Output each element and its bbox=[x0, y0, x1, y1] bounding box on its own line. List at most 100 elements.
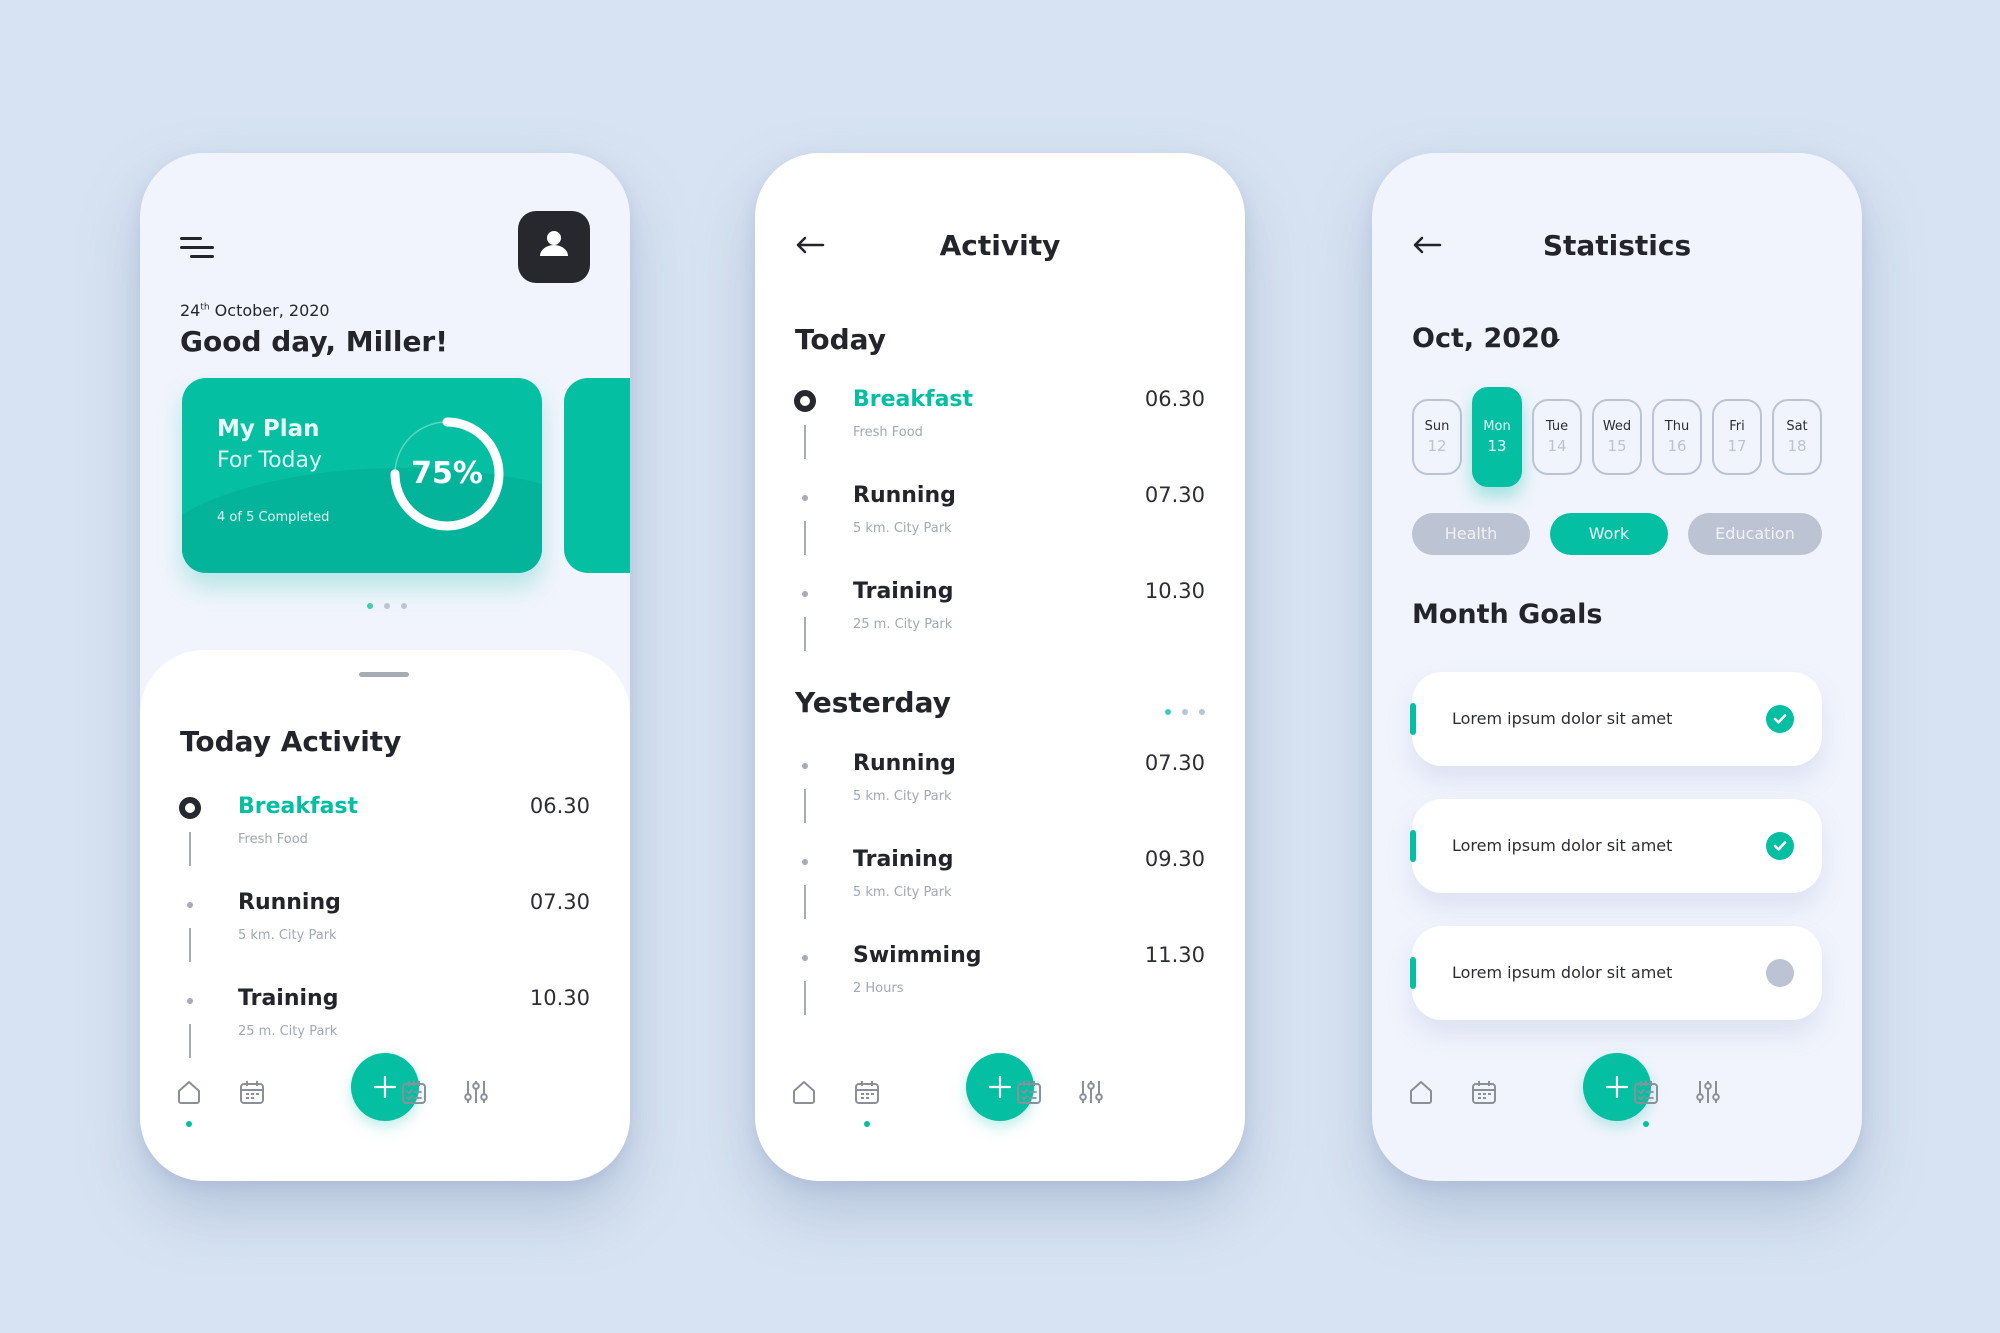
day-sun[interactable]: Sun 12 bbox=[1412, 399, 1462, 475]
activity-item[interactable]: Breakfast Fresh Food 06.30 bbox=[755, 387, 1245, 482]
current-marker-icon bbox=[179, 797, 201, 819]
nav-calendar-button[interactable] bbox=[852, 1077, 882, 1107]
checklist-icon bbox=[1014, 1081, 1044, 1111]
section-title: Month Goals bbox=[1412, 599, 1603, 630]
carousel-dot[interactable] bbox=[401, 603, 407, 609]
sheet-drag-handle[interactable] bbox=[359, 672, 409, 677]
activity-description: Fresh Food bbox=[853, 425, 923, 440]
activity-sheet: Today Activity Breakfast Fresh Food 06.30 R… bbox=[140, 650, 630, 1181]
goal-card[interactable]: Lorem ipsum dolor sit amet bbox=[1410, 672, 1822, 766]
nav-settings-button[interactable] bbox=[1076, 1077, 1106, 1107]
plan-completed-count: 4 of 5 Completed bbox=[217, 510, 330, 525]
day-fri[interactable]: Fri 17 bbox=[1712, 399, 1762, 475]
section-title-yesterday: Yesterday bbox=[795, 686, 951, 719]
activity-item[interactable]: Running 5 km. City Park 07.30 bbox=[755, 483, 1245, 578]
activity-item[interactable]: Training 25 m. City Park 10.30 bbox=[755, 579, 1245, 674]
category-chip-education[interactable]: Education bbox=[1688, 513, 1822, 555]
activity-description: 25 m. City Park bbox=[853, 617, 953, 632]
page-title: Statistics bbox=[1542, 229, 1692, 262]
day-name: Thu bbox=[1664, 419, 1690, 434]
nav-tasks-button[interactable] bbox=[1014, 1077, 1044, 1107]
month-selector[interactable]: Oct, 2020 bbox=[1412, 323, 1559, 354]
goal-card[interactable]: Lorem ipsum dolor sit amet bbox=[1410, 926, 1822, 1020]
activity-item[interactable]: Training 5 km. City Park 09.30 bbox=[755, 847, 1245, 942]
activity-item[interactable]: Breakfast Fresh Food 06.30 bbox=[140, 794, 630, 889]
day-wed[interactable]: Wed 15 bbox=[1592, 399, 1642, 475]
nav-calendar-button[interactable] bbox=[1469, 1077, 1499, 1107]
day-date: 16 bbox=[1667, 437, 1687, 455]
day-thu[interactable]: Thu 16 bbox=[1652, 399, 1702, 475]
calendar-icon bbox=[852, 1081, 882, 1111]
activity-name: Running bbox=[853, 751, 956, 776]
activity-description: 2 Hours bbox=[853, 981, 904, 996]
goal-card[interactable]: Lorem ipsum dolor sit amet bbox=[1410, 799, 1822, 893]
nav-settings-button[interactable] bbox=[461, 1077, 491, 1107]
day-date: 13 bbox=[1487, 437, 1507, 455]
carousel-dots bbox=[367, 603, 407, 609]
activity-description: Fresh Food bbox=[238, 832, 308, 847]
nav-home-button[interactable] bbox=[1406, 1077, 1436, 1107]
activity-name: Training bbox=[238, 986, 339, 1011]
category-chip-work[interactable]: Work bbox=[1550, 513, 1668, 555]
nav-calendar-button[interactable] bbox=[237, 1077, 267, 1107]
activity-time: 06.30 bbox=[529, 794, 590, 818]
activity-time: 10.30 bbox=[1144, 579, 1205, 603]
check-circle-icon[interactable] bbox=[1766, 832, 1794, 860]
activity-time: 07.30 bbox=[529, 890, 590, 914]
greeting: Good day, Miller! bbox=[180, 325, 449, 358]
profile-button[interactable] bbox=[518, 211, 590, 283]
active-indicator bbox=[186, 1121, 192, 1127]
menu-icon[interactable] bbox=[180, 237, 214, 261]
activity-item[interactable]: Running 5 km. City Park 07.30 bbox=[755, 751, 1245, 846]
current-marker-icon bbox=[794, 390, 816, 412]
activity-name: Breakfast bbox=[238, 794, 359, 819]
nav-tasks-button[interactable] bbox=[399, 1077, 429, 1107]
page-title: Activity bbox=[939, 229, 1061, 262]
day-name: Mon bbox=[1483, 419, 1511, 434]
activity-name: Running bbox=[853, 483, 956, 508]
timeline-line bbox=[804, 981, 806, 1015]
day-date: 17 bbox=[1727, 437, 1747, 455]
nav-tasks-button[interactable] bbox=[1631, 1077, 1661, 1107]
activity-time: 06.30 bbox=[1144, 387, 1205, 411]
active-indicator bbox=[864, 1121, 870, 1127]
activity-item[interactable]: Running 5 km. City Park 07.30 bbox=[140, 890, 630, 985]
timeline-dot bbox=[802, 763, 808, 769]
active-indicator bbox=[1643, 1121, 1649, 1127]
more-dots[interactable] bbox=[1165, 709, 1205, 715]
day-name: Fri bbox=[1729, 419, 1745, 434]
timeline-line bbox=[189, 832, 191, 866]
next-plan-card[interactable] bbox=[564, 378, 630, 573]
activity-description: 5 km. City Park bbox=[853, 521, 952, 536]
nav-home-button[interactable] bbox=[174, 1077, 204, 1107]
nav-settings-button[interactable] bbox=[1693, 1077, 1723, 1107]
activity-description: 5 km. City Park bbox=[853, 789, 952, 804]
checklist-icon bbox=[1631, 1081, 1661, 1111]
activity-time: 07.30 bbox=[1144, 751, 1205, 775]
check-circle-icon[interactable] bbox=[1766, 705, 1794, 733]
calendar-icon bbox=[1469, 1081, 1499, 1111]
unchecked-circle-icon[interactable] bbox=[1766, 959, 1794, 987]
category-chip-health[interactable]: Health bbox=[1412, 513, 1530, 555]
day-name: Tue bbox=[1545, 419, 1569, 434]
dot bbox=[1182, 709, 1188, 715]
timeline-dot bbox=[802, 859, 808, 865]
activity-description: 5 km. City Park bbox=[238, 928, 337, 943]
timeline-dot bbox=[802, 955, 808, 961]
timeline-dot bbox=[802, 591, 808, 597]
goal-accent-bar bbox=[1410, 703, 1416, 735]
caret-down-icon[interactable] bbox=[1552, 339, 1560, 344]
plan-card[interactable]: My Plan For Today 4 of 5 Completed 75% bbox=[182, 378, 542, 573]
day-sat[interactable]: Sat 18 bbox=[1772, 399, 1822, 475]
activity-item[interactable]: Swimming 2 Hours 11.30 bbox=[755, 943, 1245, 1038]
home-icon bbox=[789, 1081, 819, 1111]
nav-home-button[interactable] bbox=[789, 1077, 819, 1107]
home-icon bbox=[1406, 1081, 1436, 1111]
plan-subtitle: For Today bbox=[217, 448, 322, 473]
calendar-icon bbox=[237, 1081, 267, 1111]
day-mon[interactable]: Mon 13 bbox=[1472, 387, 1522, 487]
carousel-dot[interactable] bbox=[384, 603, 390, 609]
timeline-dot bbox=[187, 902, 193, 908]
carousel-dot[interactable] bbox=[367, 603, 373, 609]
day-tue[interactable]: Tue 14 bbox=[1532, 399, 1582, 475]
